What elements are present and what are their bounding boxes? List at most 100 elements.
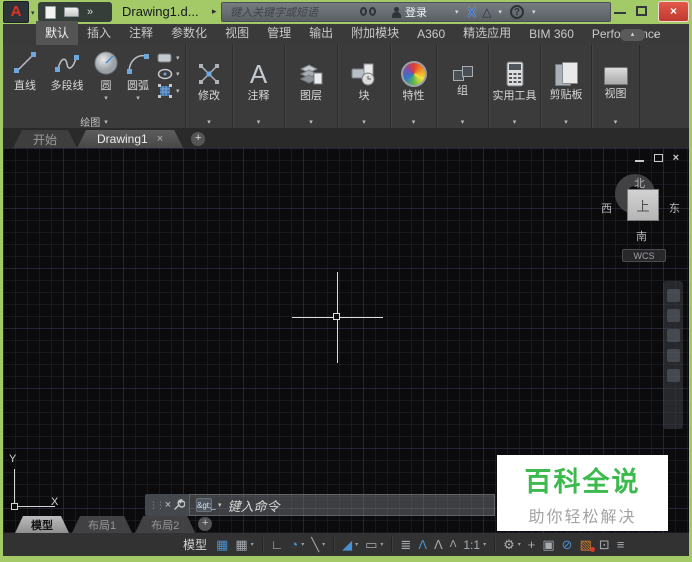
layers-button[interactable]: 图层 bbox=[285, 45, 337, 115]
exchange-apps-icon[interactable]: X bbox=[468, 5, 477, 20]
line-tool[interactable]: 直线 bbox=[7, 50, 43, 93]
window-maximize-button[interactable] bbox=[636, 6, 647, 16]
signin-button[interactable]: 登录 bbox=[405, 4, 427, 20]
clipboard-panel-caret[interactable]: ▾ bbox=[541, 115, 591, 128]
annotation-monitor-button[interactable]: + bbox=[528, 538, 536, 551]
annotation-visibility-button[interactable]: Λ bbox=[418, 538, 427, 551]
tab-view[interactable]: 视图 bbox=[216, 21, 258, 45]
properties-button[interactable]: 特性 bbox=[391, 45, 436, 115]
help-icon[interactable]: ? bbox=[509, 5, 524, 19]
circle-flyout-caret-icon[interactable]: ▾ bbox=[104, 94, 108, 102]
clipboard-button[interactable]: 剪贴板 bbox=[541, 45, 591, 115]
annotation-objects-button[interactable]: ▭ ▾ bbox=[365, 538, 383, 551]
graphics-performance-button[interactable]: ▧ bbox=[580, 538, 595, 552]
hatch-tool[interactable]: ▾ bbox=[157, 84, 180, 98]
layout-tab-model[interactable]: 模型 bbox=[15, 516, 69, 533]
tab-featured-apps[interactable]: 精选应用 bbox=[454, 21, 520, 45]
layout-tab-layout1[interactable]: 布局1 bbox=[72, 516, 132, 533]
viewcube-east-label[interactable]: 东 bbox=[669, 200, 680, 216]
open-file-icon[interactable] bbox=[64, 7, 79, 17]
window-close-button[interactable]: × bbox=[658, 1, 689, 22]
tab-insert[interactable]: 插入 bbox=[78, 21, 120, 45]
utilities-button[interactable]: 实用工具 bbox=[489, 45, 540, 115]
window-minimize-button[interactable] bbox=[614, 12, 626, 14]
circle-tool[interactable]: 圆 ▾ bbox=[91, 50, 121, 102]
nav-wheel-icon[interactable] bbox=[666, 289, 680, 302]
view-button[interactable]: 视图 bbox=[592, 45, 639, 115]
tab-a360[interactable]: A360 bbox=[408, 24, 454, 45]
object-snap-button[interactable]: ╲ ▾ bbox=[311, 538, 325, 551]
viewcube-south-label[interactable]: 南 bbox=[636, 228, 647, 244]
command-input[interactable]: &gt;_ ▾ 键入命令 bbox=[189, 494, 495, 516]
tab-bim360[interactable]: BIM 360 bbox=[520, 24, 583, 45]
tab-parametric[interactable]: 参数化 bbox=[162, 21, 216, 45]
new-drawing-tab-button[interactable]: + bbox=[191, 132, 206, 146]
doc-minimize-icon[interactable] bbox=[634, 160, 644, 162]
wcs-button[interactable]: WCS bbox=[622, 249, 666, 262]
stay-connected-icon[interactable]: △ bbox=[482, 5, 491, 19]
file-tab-close-icon[interactable]: × bbox=[157, 133, 163, 145]
signin-caret-icon[interactable]: ▾ bbox=[455, 8, 459, 16]
command-close-icon[interactable]: × bbox=[165, 499, 171, 511]
ribbon-minimize-caret-icon[interactable]: ▾ bbox=[653, 32, 657, 40]
properties-panel-caret[interactable]: ▾ bbox=[391, 115, 436, 128]
draw-panel-footer[interactable]: 绘图 ▾ bbox=[3, 115, 185, 129]
doc-restore-icon[interactable] bbox=[653, 154, 663, 162]
utilities-panel-caret[interactable]: ▾ bbox=[489, 115, 540, 128]
tab-annotate[interactable]: 注释 bbox=[120, 21, 162, 45]
tab-default[interactable]: 默认 bbox=[36, 21, 79, 45]
more-tools-icon[interactable]: » bbox=[87, 6, 93, 18]
group-panel-caret[interactable]: ▾ bbox=[437, 115, 488, 128]
search-icon[interactable] bbox=[360, 6, 376, 18]
tab-manage[interactable]: 管理 bbox=[258, 21, 300, 45]
viewcube-west-label[interactable]: 西 bbox=[601, 200, 612, 216]
rectangle-tool[interactable]: ▾ bbox=[157, 52, 180, 64]
nav-pan-icon[interactable] bbox=[666, 309, 680, 322]
nav-orbit-icon[interactable] bbox=[666, 349, 680, 362]
quick-properties-button[interactable]: ▣ bbox=[542, 538, 554, 551]
grid-display-button[interactable]: ▦ ▾ bbox=[235, 538, 253, 551]
annotation-scale-sync-button[interactable]: Λ bbox=[450, 538, 457, 551]
arc-flyout-caret-icon[interactable]: ▾ bbox=[136, 94, 140, 102]
ortho-mode-button[interactable]: ∟ bbox=[271, 538, 284, 551]
block-button[interactable]: 块 bbox=[338, 45, 390, 115]
isometric-drafting-button[interactable]: ◢ ▾ bbox=[342, 538, 358, 551]
new-file-icon[interactable] bbox=[45, 5, 56, 19]
hardware-acceleration-button[interactable]: ⊘ bbox=[562, 538, 573, 551]
polar-tracking-button[interactable]: ◔ ▾ bbox=[290, 538, 304, 551]
layers-panel-caret[interactable]: ▾ bbox=[285, 115, 337, 128]
connected-caret-icon[interactable]: ▾ bbox=[498, 8, 502, 16]
help-caret-icon[interactable]: ▾ bbox=[532, 8, 536, 16]
customize-wrench-icon[interactable] bbox=[173, 499, 186, 511]
tab-output[interactable]: 输出 bbox=[300, 21, 342, 45]
file-tab-start[interactable]: 开始 bbox=[13, 130, 77, 148]
snap-mode-button[interactable]: ▦ bbox=[216, 538, 228, 551]
polyline-tool[interactable]: 多段线 bbox=[45, 50, 89, 93]
view-panel-caret[interactable]: ▾ bbox=[592, 115, 639, 128]
lineweight-button[interactable]: ≣ bbox=[400, 538, 411, 551]
nav-zoom-icon[interactable] bbox=[666, 329, 680, 342]
annotate-button[interactable]: A 注释 bbox=[233, 45, 284, 115]
tab-addins[interactable]: 附加模块 bbox=[342, 21, 408, 45]
nav-motion-icon[interactable] bbox=[666, 369, 680, 382]
modify-button[interactable]: 修改 bbox=[186, 45, 232, 115]
block-panel-caret[interactable]: ▾ bbox=[338, 115, 390, 128]
app-menu-caret-icon[interactable]: ▾ bbox=[31, 9, 35, 17]
recent-commands-icon[interactable]: &gt;_ bbox=[196, 498, 216, 512]
modify-panel-caret[interactable]: ▾ bbox=[186, 115, 232, 128]
model-space-button[interactable]: 模型 bbox=[183, 536, 207, 553]
app-menu-button[interactable]: A bbox=[3, 1, 29, 23]
drawing-canvas[interactable]: × 北 西 东 南 上 WCS Y X ⋮⋮ × &gt;_ ▾ 键入命令 百科… bbox=[3, 148, 689, 533]
drag-grip-icon[interactable]: ⋮⋮ bbox=[149, 500, 165, 511]
doc-close-icon[interactable]: × bbox=[673, 152, 679, 164]
annotation-scale-button[interactable]: 1:1 ▾ bbox=[463, 538, 486, 552]
recent-commands-caret-icon[interactable]: ▾ bbox=[218, 501, 222, 509]
clean-screen-button[interactable]: ⊡ bbox=[599, 538, 610, 551]
ribbon-minimize-button[interactable]: ▴ bbox=[620, 29, 645, 41]
annotate-panel-caret[interactable]: ▾ bbox=[233, 115, 284, 128]
command-line-handle[interactable]: ⋮⋮ × bbox=[145, 494, 189, 516]
new-layout-button[interactable]: + bbox=[198, 517, 213, 531]
layout-tab-layout2[interactable]: 布局2 bbox=[135, 516, 195, 533]
group-button[interactable]: 组 bbox=[437, 45, 488, 115]
arc-tool[interactable]: 圆弧 ▾ bbox=[123, 50, 153, 102]
